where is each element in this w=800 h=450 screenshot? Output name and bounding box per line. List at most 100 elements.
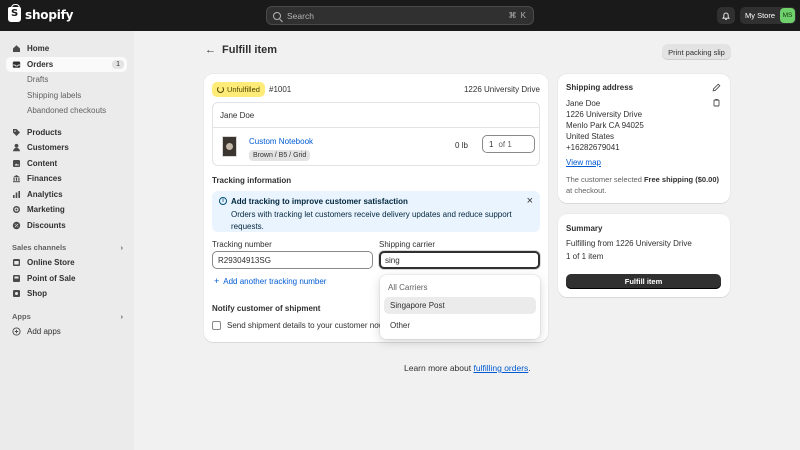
apps-header[interactable]: Apps › — [12, 309, 123, 324]
quantity-of-total: of 1 — [498, 139, 512, 149]
page-header: ← Fulfill item — [205, 44, 277, 56]
sidebar-item-label: Orders — [27, 59, 54, 69]
tracking-info-banner: i Add tracking to improve customer satis… — [212, 191, 540, 232]
learn-more-footer: Learn more about fulfilling orders. — [404, 363, 531, 373]
tracking-number-label: Tracking number — [212, 240, 272, 249]
sidebar-item-label: Online Store — [27, 258, 75, 268]
fulfillment-location: 1226 University Drive — [463, 85, 540, 94]
sidebar-item-products[interactable]: Products — [6, 125, 127, 141]
tracking-number-input[interactable]: R29304913SG — [212, 251, 373, 269]
sidebar-item-home[interactable]: Home — [6, 41, 127, 57]
section-label: Sales channels — [12, 243, 67, 252]
sidebar-item-analytics[interactable]: Analytics — [6, 187, 127, 203]
pencil-icon[interactable] — [712, 83, 721, 92]
shipping-method-note: The customer selected Free shipping ($0.… — [566, 174, 722, 196]
sidebar-item-finances[interactable]: Finances — [6, 171, 127, 187]
sidebar-item-add-apps[interactable]: Add apps — [6, 324, 127, 340]
content-icon — [12, 159, 21, 168]
sidebar-item-label: Analytics — [27, 189, 63, 199]
orders-count-badge: 1 — [112, 59, 124, 69]
notify-customer-checkbox[interactable] — [212, 321, 221, 330]
sidebar-item-discounts[interactable]: Discounts — [6, 218, 127, 234]
carrier-dropdown: All Carriers Singapore Post Other — [380, 275, 540, 339]
fulfill-item-button[interactable]: Fulfill item — [566, 274, 721, 289]
info-icon: i — [219, 197, 227, 205]
sidebar-item-label: Finances — [27, 174, 62, 184]
search-bar[interactable]: Search ⌘ K — [266, 6, 534, 25]
product-name-link[interactable]: Custom Notebook — [249, 137, 313, 146]
banner-body: Orders with tracking let customers recei… — [231, 210, 512, 231]
product-weight: 0 lb — [455, 141, 468, 150]
summary-title: Summary — [566, 224, 603, 233]
learn-more-suffix: . — [528, 363, 531, 373]
avatar: MS — [780, 8, 795, 23]
dropdown-group-header: All Carriers — [388, 283, 428, 292]
product-variant-badge: Brown / B5 / Grid — [249, 150, 311, 161]
tag-icon — [12, 128, 21, 137]
sales-channels-header[interactable]: Sales channels › — [12, 240, 123, 255]
sidebar-item-label: Point of Sale — [27, 273, 76, 283]
address-line: +16282679041 — [566, 143, 620, 152]
banner-title: Add tracking to improve customer satisfa… — [231, 197, 408, 206]
shipping-address-title: Shipping address — [566, 83, 634, 92]
copy-icon[interactable] — [712, 98, 721, 107]
shipping-carrier-input[interactable]: sing — [379, 251, 540, 269]
fulfilling-orders-link[interactable]: fulfilling orders — [473, 363, 528, 373]
fulfilling-from: Fulfilling from 1226 University Drive — [566, 239, 692, 248]
add-tracking-number-link[interactable]: + Add another tracking number — [214, 276, 326, 286]
sidebar-item-customers[interactable]: Customers — [6, 140, 127, 156]
add-tracking-label: Add another tracking number — [223, 276, 327, 286]
print-packing-slip-button[interactable]: Print packing slip — [662, 44, 731, 60]
sidebar-item-online-store[interactable]: Online Store — [6, 255, 127, 271]
sidebar-item-shop[interactable]: Shop — [6, 286, 127, 302]
search-placeholder: Search — [287, 10, 314, 21]
quantity-input[interactable]: 1 of 1 — [482, 135, 535, 153]
inbox-icon — [12, 60, 21, 69]
note-suffix: at checkout. — [566, 186, 607, 195]
shopify-logo[interactable]: shopify — [8, 4, 74, 22]
notify-section-title: Notify customer of shipment — [212, 304, 321, 313]
section-label: Apps — [12, 311, 31, 321]
back-arrow-icon[interactable]: ← — [205, 44, 216, 56]
search-shortcut: ⌘ K — [508, 11, 527, 20]
sidebar-item-drafts[interactable]: Drafts — [27, 72, 134, 88]
close-icon[interactable]: × — [527, 195, 533, 207]
sidebar-item-label: Content — [27, 158, 58, 168]
sidebar-item-orders[interactable]: Orders 1 — [6, 56, 127, 72]
learn-more-prefix: Learn more about — [404, 363, 472, 373]
brand-name: shopify — [25, 7, 74, 22]
chevron-right-icon: › — [120, 311, 124, 321]
notify-customer-row[interactable]: Send shipment details to your customer n… — [212, 321, 384, 330]
notifications-button[interactable] — [717, 7, 735, 24]
plus-circle-icon — [12, 327, 21, 336]
summary-card: Summary Fulfilling from 1226 University … — [558, 214, 730, 297]
status-badge: Unfulfilled — [212, 82, 265, 97]
item-count: 1 of 1 item — [566, 252, 604, 261]
quantity-value: 1 — [489, 139, 494, 149]
address-line: 1226 University Drive — [566, 110, 643, 119]
carrier-option-singapore-post[interactable]: Singapore Post — [384, 297, 536, 314]
sidebar-item-abandoned-checkouts[interactable]: Abandoned checkouts — [27, 103, 134, 119]
note-shipping-method: Free shipping ($0.00) — [643, 175, 719, 184]
order-number: #1001 — [269, 85, 292, 94]
unfulfilled-icon — [217, 86, 224, 93]
carrier-option-other[interactable]: Other — [384, 317, 536, 334]
sidebar-item-shipping-labels[interactable]: Shipping labels — [27, 88, 134, 104]
shopify-bag-icon — [8, 4, 21, 22]
store-menu[interactable]: My Store MS — [740, 7, 796, 24]
discount-icon — [12, 221, 21, 230]
sidebar-item-point-of-sale[interactable]: Point of Sale — [6, 271, 127, 287]
store-name: My Store — [745, 11, 776, 20]
target-icon — [12, 205, 21, 214]
line-items-box: Jane Doe Custom Notebook Brown / B5 / Gr… — [212, 102, 540, 166]
sidebar: Home Orders 1 Drafts Shipping labels Aba… — [0, 31, 134, 450]
customer-name: Jane Doe — [220, 111, 255, 120]
address-line: Menlo Park CA 94025 — [566, 121, 644, 130]
shop-icon — [12, 289, 21, 298]
sidebar-item-content[interactable]: Content — [6, 156, 127, 172]
address-line: Jane Doe — [566, 99, 601, 108]
view-map-link[interactable]: View map — [566, 158, 601, 167]
sidebar-item-label: Discounts — [27, 220, 66, 230]
sidebar-item-marketing[interactable]: Marketing — [6, 202, 127, 218]
bank-icon — [12, 174, 21, 183]
